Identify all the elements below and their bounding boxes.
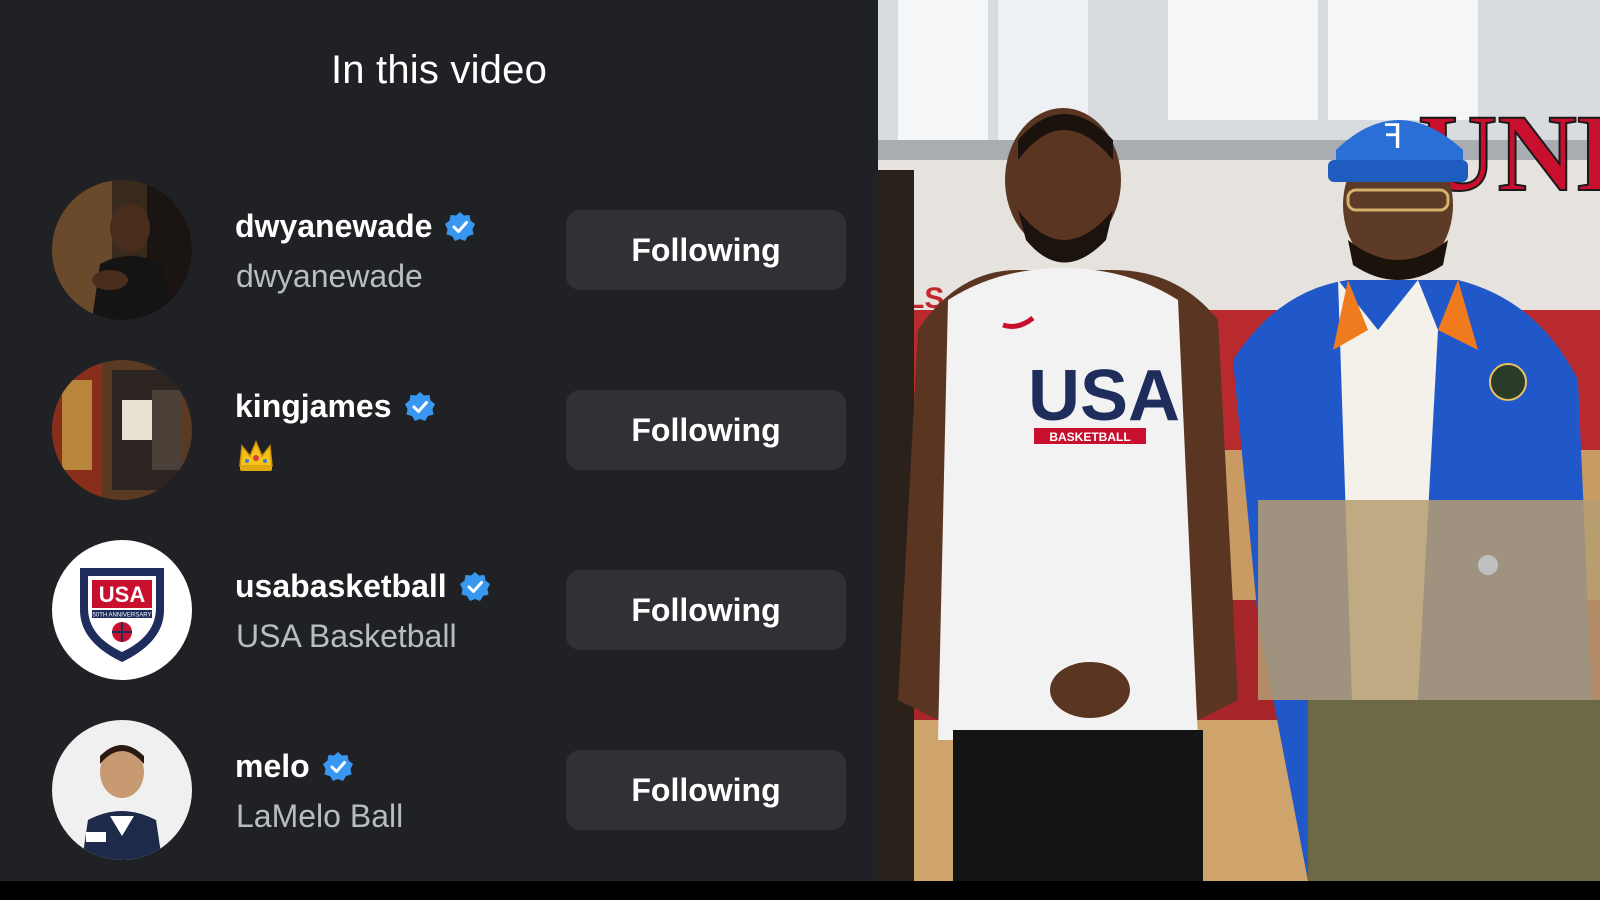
svg-text:ꟻ: ꟻ bbox=[1383, 119, 1403, 156]
usa-logo-text: USA bbox=[99, 582, 146, 607]
following-button[interactable]: Following bbox=[566, 570, 846, 650]
verified-badge-icon bbox=[322, 751, 354, 783]
avatar[interactable] bbox=[52, 180, 192, 320]
name-line: melo bbox=[235, 748, 354, 785]
name-line: usabasketball bbox=[235, 568, 491, 605]
verified-badge-icon bbox=[444, 211, 476, 243]
video-frame[interactable]: LS UNL USA BASKETBALL ꟻ bbox=[878, 0, 1600, 881]
following-button[interactable]: Following bbox=[566, 210, 846, 290]
name-line: kingjames bbox=[235, 388, 436, 425]
bottom-bar bbox=[0, 881, 1600, 900]
verified-badge-icon bbox=[459, 571, 491, 603]
username[interactable]: kingjames bbox=[235, 388, 392, 425]
account-row-usabasketball[interactable]: USA 50TH ANNIVERSARY usabasketball USA B… bbox=[0, 540, 878, 690]
avatar[interactable]: USA 50TH ANNIVERSARY bbox=[52, 540, 192, 680]
username[interactable]: dwyanewade bbox=[235, 208, 432, 245]
username[interactable]: melo bbox=[235, 748, 310, 785]
account-row-dwyanewade[interactable]: dwyanewade dwyanewade Following bbox=[0, 180, 878, 330]
following-button[interactable]: Following bbox=[566, 390, 846, 470]
name-line: dwyanewade bbox=[235, 208, 476, 245]
jersey-text: USA bbox=[1028, 356, 1180, 436]
account-row-melo[interactable]: melo LaMelo Ball Following bbox=[0, 720, 878, 870]
panel-title: In this video bbox=[330, 48, 548, 92]
display-name: LaMelo Ball bbox=[236, 798, 404, 834]
verified-badge-icon bbox=[404, 391, 436, 423]
display-name: dwyanewade bbox=[236, 258, 423, 294]
username[interactable]: usabasketball bbox=[235, 568, 447, 605]
display-name: USA Basketball bbox=[236, 618, 457, 654]
avatar[interactable] bbox=[52, 360, 192, 500]
crown-emoji-icon bbox=[236, 436, 276, 476]
usa-logo-banner: 50TH ANNIVERSARY bbox=[93, 613, 152, 619]
avatar[interactable] bbox=[52, 720, 192, 860]
account-row-kingjames[interactable]: kingjames Following bbox=[0, 360, 878, 510]
in-this-video-panel: In this video dwyanewade dwyanewade Foll… bbox=[0, 0, 878, 881]
following-button[interactable]: Following bbox=[566, 750, 846, 830]
jersey-sub-text: BASKETBALL bbox=[1049, 430, 1130, 444]
